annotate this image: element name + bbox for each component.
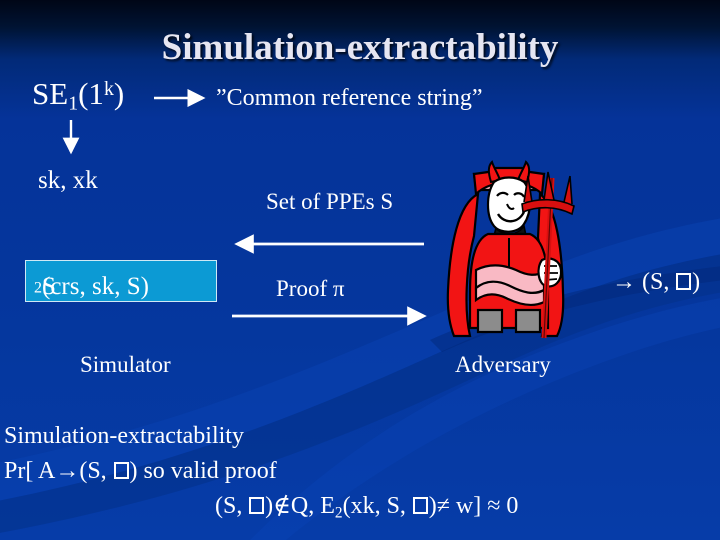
formula-l2-c: ) so valid proof xyxy=(129,458,277,484)
formula-line-1: Simulation-extractability xyxy=(4,423,244,449)
missing-glyph-box-icon xyxy=(249,496,265,515)
formula-l3-a: (S, xyxy=(215,493,249,519)
missing-glyph-box-icon xyxy=(113,461,129,480)
formula-l2-arrow: → xyxy=(55,458,80,484)
formula-l3-neq: ≠ xyxy=(436,493,450,519)
formula-l2-a: Pr[ A xyxy=(4,458,56,484)
formula-l2-b: (S, xyxy=(79,458,113,484)
formula-l3-notin: ∉ xyxy=(273,493,291,519)
formula-line-2: Pr[ A→(S, ) so valid proof xyxy=(4,459,277,483)
devil-adversary-icon xyxy=(446,160,575,339)
formula-l3-c: Q, E xyxy=(290,493,335,519)
formula-l3-subscript: 2 xyxy=(334,504,343,522)
missing-glyph-box-icon xyxy=(412,496,428,515)
formula-l3-e: ) xyxy=(428,493,437,519)
presentation-slide: Simulation-extractability SE1(1k) ”Commo… xyxy=(0,0,720,540)
formula-l3-d: (xk, S, xyxy=(342,493,412,519)
formula-l3-b: ) xyxy=(265,493,274,519)
formula-line-3: (S, )∉Q, E2(xk, S, )≠ w] ≈ 0 xyxy=(215,494,518,521)
formula-l3-f: w] ≈ 0 xyxy=(449,493,519,519)
